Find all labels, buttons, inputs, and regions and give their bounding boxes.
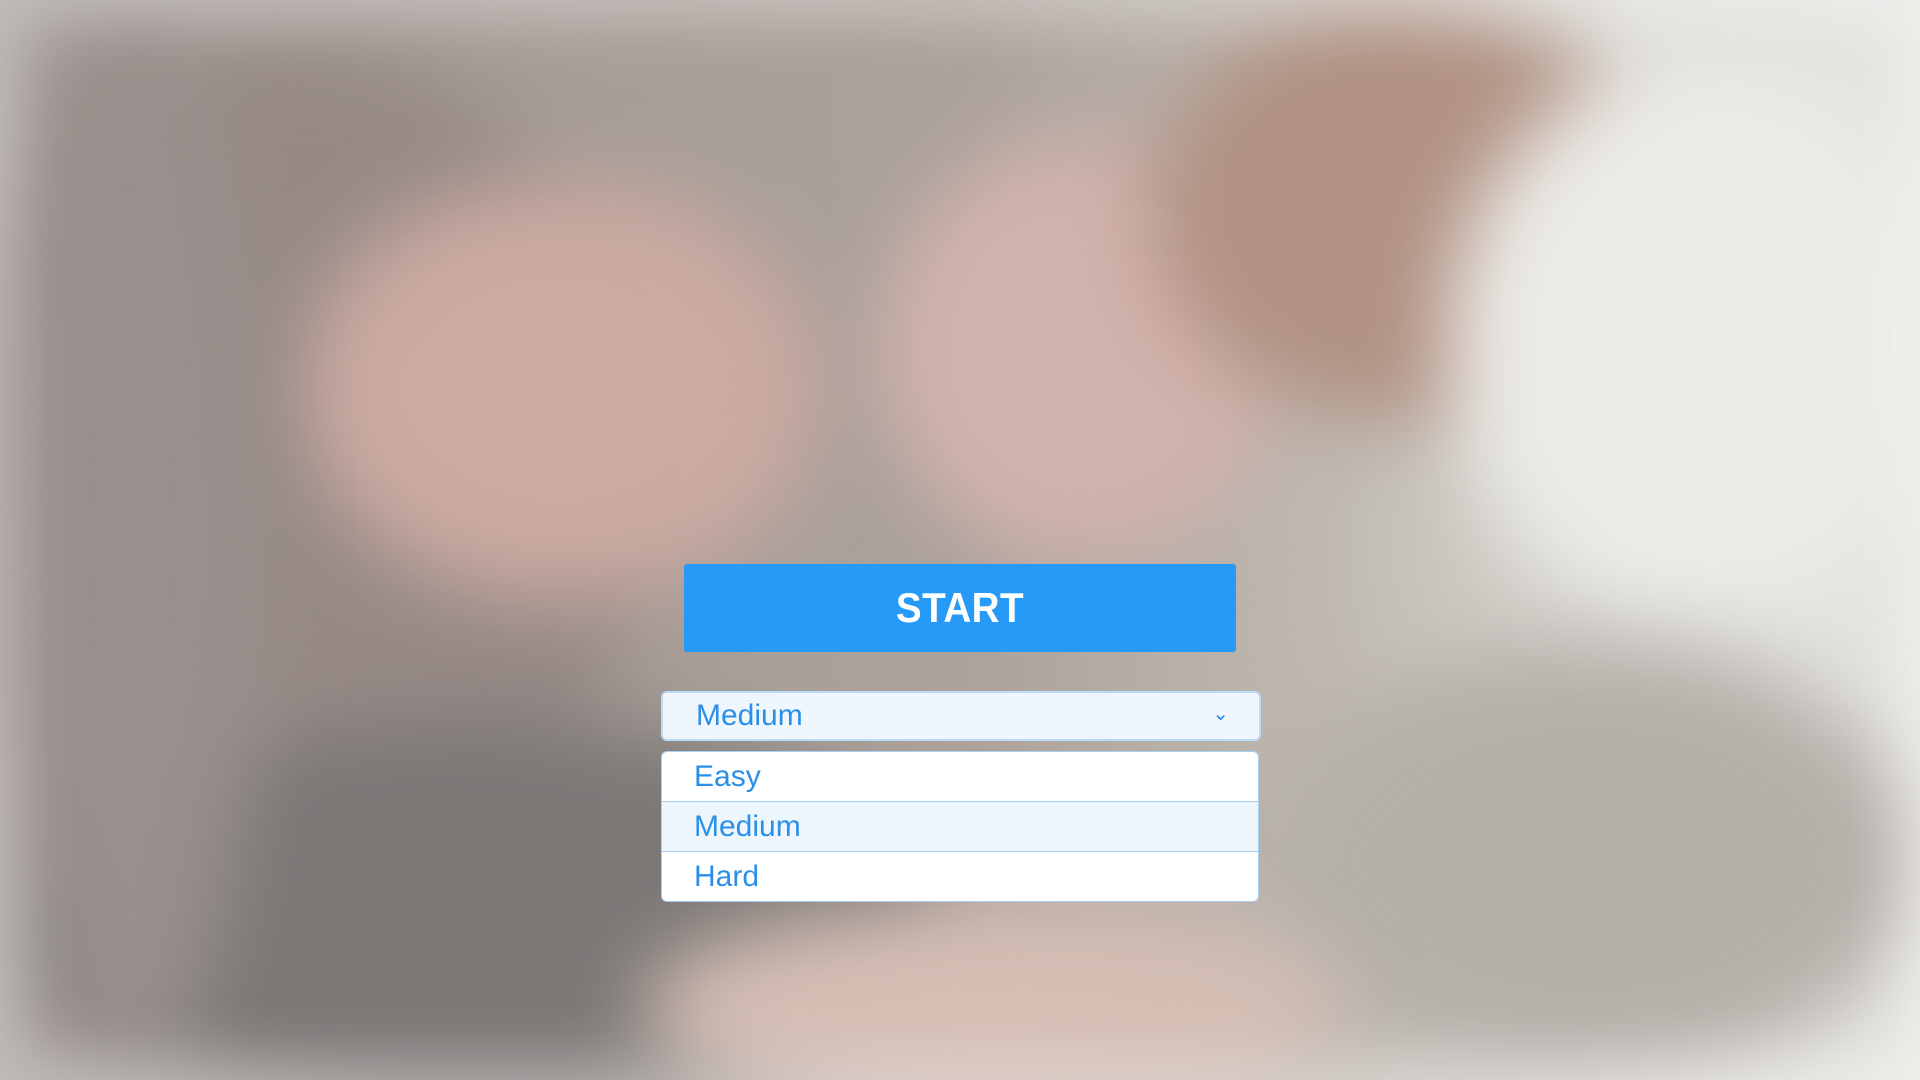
bg-vignette [0,0,1920,1080]
difficulty-option-easy[interactable]: Easy [662,752,1258,802]
difficulty-option-list: Easy Medium Hard [661,751,1259,902]
difficulty-option-medium[interactable]: Medium [662,802,1258,852]
blurred-background-photo [0,0,1920,1080]
difficulty-option-hard[interactable]: Hard [662,852,1258,901]
difficulty-select[interactable]: Medium ⌄ [661,691,1261,741]
difficulty-selected-value: Medium [696,699,803,732]
chevron-down-icon: ⌄ [1212,703,1229,725]
start-button[interactable]: START [684,564,1236,652]
start-button-label: START [895,584,1025,631]
